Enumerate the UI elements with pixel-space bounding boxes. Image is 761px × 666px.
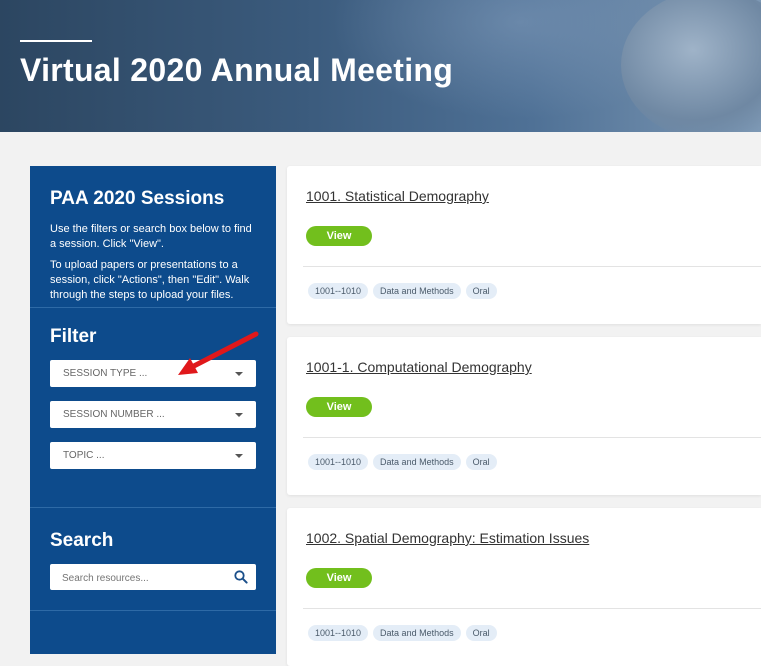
tag-topic[interactable]: Data and Methods [373,454,461,470]
title-rule [20,40,92,42]
tag-type[interactable]: Oral [465,625,497,641]
tag-type[interactable]: Oral [465,454,497,470]
card-divider [303,266,761,267]
page-title: Virtual 2020 Annual Meeting [20,52,454,88]
chevron-down-icon [235,413,243,417]
tag-list: 1001--1010 Data and Methods Oral [308,625,497,641]
topic-select[interactable]: TOPIC ... [50,442,256,469]
header-banner: Virtual 2020 Annual Meeting [0,0,761,132]
sidebar-heading: PAA 2020 Sessions [50,188,225,209]
sidebar-intro-text-2: To upload papers or presentations to a s… [50,259,250,301]
tag-topic[interactable]: Data and Methods [373,283,461,299]
view-button[interactable]: View [306,397,372,417]
tag-session-range[interactable]: 1001--1010 [308,454,369,470]
search-section: Search [30,508,276,611]
card-divider [303,437,761,438]
session-title-link[interactable]: 1002. Spatial Demography: Estimation Iss… [306,530,589,546]
search-input[interactable] [50,564,234,592]
session-number-select-label: SESSION NUMBER ... [63,409,165,420]
sidebar: PAA 2020 Sessions Use the filters or sea… [30,166,276,654]
session-title-link[interactable]: 1001-1. Computational Demography [306,359,532,375]
card-divider [303,608,761,609]
banner-hand-image [621,0,761,132]
tag-list: 1001--1010 Data and Methods Oral [308,283,497,299]
sidebar-intro-text-1: Use the filters or search box below to f… [50,223,252,250]
session-card: 1001. Statistical Demography View 1001--… [287,166,761,324]
search-box [50,564,256,592]
session-title-link[interactable]: 1001. Statistical Demography [306,188,489,204]
search-heading: Search [50,530,114,551]
session-card: 1001-1. Computational Demography View 10… [287,337,761,495]
topic-select-label: TOPIC ... [63,450,105,461]
chevron-down-icon [235,454,243,458]
search-icon[interactable] [234,570,248,584]
red-arrow-icon [178,331,259,375]
tag-list: 1001--1010 Data and Methods Oral [308,454,497,470]
tag-topic[interactable]: Data and Methods [373,625,461,641]
session-card: 1002. Spatial Demography: Estimation Iss… [287,508,761,666]
sidebar-intro: PAA 2020 Sessions Use the filters or sea… [30,166,276,308]
tag-session-range[interactable]: 1001--1010 [308,283,369,299]
session-number-select[interactable]: SESSION NUMBER ... [50,401,256,428]
view-button[interactable]: View [306,226,372,246]
tag-type[interactable]: Oral [465,283,497,299]
session-type-select-label: SESSION TYPE ... [63,368,148,379]
view-button[interactable]: View [306,568,372,588]
tag-session-range[interactable]: 1001--1010 [308,625,369,641]
